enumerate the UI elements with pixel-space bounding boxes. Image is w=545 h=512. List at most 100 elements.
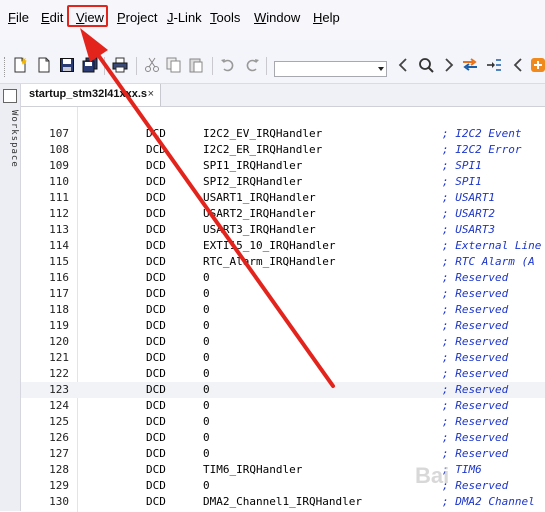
save-icon[interactable] [59,57,75,73]
line-number: 121 [49,351,69,364]
toolbar-grip[interactable] [4,57,8,77]
code-line[interactable]: 116 DCD 0 ; Reserved [21,270,545,286]
code-line[interactable]: 114 DCD EXTI15_10_IRQHandler ; External Lin… [21,238,545,254]
code-operand: EXTI15_10_IRQHandler [203,239,336,252]
menu-window[interactable]: Window [254,9,300,27]
code-comment: ; Reserved [442,399,509,412]
code-line[interactable]: 108 DCD I2C2_ER_IRQHandler ; I2C2 Error [21,142,545,158]
code-line[interactable]: 128 DCD TIM6_IRQHandler; TIM6 [21,462,545,478]
code-line[interactable]: 121 DCD 0 ; Reserved [21,350,545,366]
code-directive: DCD [146,143,166,156]
code-line[interactable]: 124 DCD 0 ; Reserved [21,398,545,414]
code-line[interactable]: 119 DCD 0 ; Reserved [21,318,545,334]
line-number: 124 [49,399,69,412]
code-comment: ; Reserved [442,431,509,444]
tab-label: startup_stm32l41xxx.s [29,88,148,100]
save-all-icon[interactable] [82,57,98,73]
code-comment: ; USART2 [442,207,495,220]
code-line[interactable]: 125 DCD 0 ; Reserved [21,414,545,430]
code-line[interactable]: 129 DCD 0 ; Reserved [21,478,545,494]
close-icon[interactable]: × [148,84,154,105]
code-operand: 0 [203,383,210,396]
search-icon[interactable] [418,57,434,73]
code-operand: USART3_IRQHandler [203,223,316,236]
code-operand: USART2_IRQHandler [203,207,316,220]
code-line[interactable]: 127 DCD 0 ; Reserved [21,446,545,462]
forward-icon[interactable] [441,57,457,73]
line-number: 115 [49,255,69,268]
tab-startup-file[interactable]: startup_stm32l41xxx.s × [21,84,161,106]
code-operand: 0 [203,287,210,300]
add-icon[interactable] [530,57,545,73]
code-comment: ; Reserved [442,479,509,492]
line-number: 127 [49,447,69,460]
code-line[interactable]: 117 DCD 0 ; Reserved [21,286,545,302]
line-number: 126 [49,431,69,444]
code-comment: ; Reserved [442,447,509,460]
open-file-icon[interactable] [36,57,52,73]
workspace-icon[interactable] [3,89,17,103]
menu-tools[interactable]: Tools [210,9,240,27]
copy-icon[interactable] [166,57,182,73]
redo-icon[interactable] [244,57,260,73]
menu-jlink[interactable]: J-Link [167,9,202,27]
code-line[interactable]: 109 DCD SPI1_IRQHandler ; SPI1 [21,158,545,174]
code-line[interactable]: 122 DCD 0 ; Reserved [21,366,545,382]
menu-project[interactable]: Project [117,9,157,27]
code-directive: DCD [146,335,166,348]
workspace-label[interactable]: Workspace [1,110,19,168]
code-directive: DCD [146,271,166,284]
line-number: 113 [49,223,69,236]
code-line[interactable]: 130 DCD DMA2_Channel1_IRQHandler ; DMA2 Cha… [21,494,545,510]
code-directive: DCD [146,431,166,444]
code-directive: DCD [146,239,166,252]
code-operand: USART1_IRQHandler [203,191,316,204]
paste-icon[interactable] [188,57,204,73]
goto-icon[interactable] [486,57,502,73]
code-directive: DCD [146,367,166,380]
code-line[interactable]: 113 DCD USART3_IRQHandler ; USART3 [21,222,545,238]
line-number: 122 [49,367,69,380]
code-comment: ; Reserved [442,351,509,364]
code-line[interactable]: 110 DCD SPI2_IRQHandler ; SPI1 [21,174,545,190]
line-number: 109 [49,159,69,172]
code-operand: 0 [203,399,210,412]
back-icon[interactable] [395,57,411,73]
menu-help[interactable]: Help [313,9,340,27]
menu-file[interactable]: File [8,9,29,27]
code-comment: ; Reserved [442,335,509,348]
cut-icon[interactable] [144,57,160,73]
code-comment: ; External Line [442,239,542,252]
line-number: 111 [49,191,69,204]
code-comment: ; I2C2 Event [442,127,522,140]
code-line[interactable]: 120 DCD 0 ; Reserved [21,334,545,350]
code-directive: DCD [146,255,166,268]
code-directive: DCD [146,351,166,364]
code-operand: SPI2_IRQHandler [203,175,303,188]
print-icon[interactable] [112,57,128,73]
code-line[interactable]: 118 DCD 0 ; Reserved [21,302,545,318]
code-operand: 0 [203,447,210,460]
menu-edit[interactable]: Edit [41,9,63,27]
line-number: 108 [49,143,69,156]
code-directive: DCD [146,319,166,332]
code-line[interactable]: 115 DCD RTC_Alarm_IRQHandler ; RTC Alarm (A [21,254,545,270]
toolbar-separator [136,57,137,75]
previous-icon[interactable] [510,57,526,73]
code-operand: 0 [203,351,210,364]
code-line[interactable]: 111 DCD USART1_IRQHandler ; USART1 [21,190,545,206]
undo-icon[interactable] [220,57,236,73]
chevron-down-icon[interactable] [378,67,384,71]
line-number: 125 [49,415,69,428]
toggle-bookmark-icon[interactable] [462,57,478,73]
new-file-icon[interactable] [12,57,28,73]
code-operand: 0 [203,415,210,428]
find-combo[interactable] [274,61,387,77]
code-line[interactable]: 123 DCD 0 ; Reserved [21,382,545,398]
code-editor[interactable]: 107 DCD I2C2_EV_IRQHandler ; I2C2 Event 108 D… [21,106,545,512]
code-line[interactable]: 107 DCD I2C2_EV_IRQHandler ; I2C2 Event [21,126,545,142]
code-line[interactable]: 112 DCD USART2_IRQHandler ; USART2 [21,206,545,222]
code-line[interactable]: 126 DCD 0 ; Reserved [21,430,545,446]
code-directive: DCD [146,303,166,316]
code-operand: 0 [203,367,210,380]
